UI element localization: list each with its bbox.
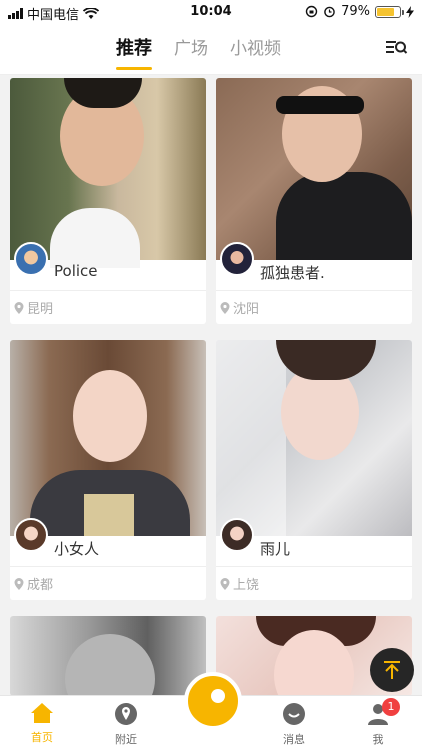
status-right: 79%	[305, 4, 414, 19]
arrow-up-icon	[384, 661, 400, 679]
nav-nearby-label: 附近	[115, 733, 137, 746]
user-name[interactable]: 孤独患者.	[260, 262, 325, 283]
avatar[interactable]	[14, 242, 48, 276]
filter-search-icon[interactable]	[384, 36, 408, 60]
nav-me[interactable]: 1 我	[348, 698, 408, 747]
nav-home[interactable]: 首页	[12, 702, 72, 745]
tab-short-video[interactable]: 小视频	[230, 34, 281, 60]
nav-nearby[interactable]: 附近	[96, 702, 156, 747]
nav-messages-label: 消息	[283, 733, 305, 746]
publish-button[interactable]	[184, 672, 242, 730]
user-photo[interactable]	[10, 78, 206, 268]
location-text: 成都	[27, 578, 54, 593]
user-card[interactable]	[10, 616, 206, 696]
avatar[interactable]	[220, 518, 254, 552]
battery-fill	[377, 7, 395, 16]
nav-messages[interactable]: 消息	[264, 702, 324, 747]
tab-square[interactable]: 广场	[174, 34, 208, 60]
location-pin-icon	[220, 301, 230, 314]
battery-percent: 79%	[341, 4, 370, 19]
nav-me-label: 我	[372, 733, 384, 746]
location-icon	[115, 703, 137, 725]
user-photo[interactable]	[10, 616, 206, 696]
notification-badge: 1	[382, 698, 400, 716]
user-name[interactable]: Police	[54, 262, 98, 280]
alarm-icon	[324, 6, 335, 18]
top-bar: 推荐 广场 小视频	[0, 24, 422, 75]
location-pin-icon	[14, 301, 24, 314]
location-row: 昆明	[14, 298, 53, 317]
user-name[interactable]: 小女人	[54, 538, 99, 559]
tab-recommended[interactable]: 推荐	[116, 34, 152, 70]
message-icon	[283, 703, 305, 725]
rotation-lock-icon	[305, 5, 318, 18]
avatar[interactable]	[14, 518, 48, 552]
location-text: 沈阳	[233, 302, 260, 317]
card-divider	[216, 290, 412, 291]
home-icon	[31, 703, 53, 723]
feed-tabs: 推荐 广场 小视频	[116, 34, 281, 70]
location-row: 沈阳	[220, 298, 259, 317]
location-row: 上饶	[220, 574, 259, 593]
avatar[interactable]	[220, 242, 254, 276]
center-dot-icon	[211, 689, 225, 703]
nav-home-label: 首页	[31, 731, 53, 744]
user-card[interactable]: Police 昆明	[10, 78, 206, 324]
user-name[interactable]: 雨儿	[260, 538, 290, 559]
bottom-nav: 首页 附近 消息 1 我	[0, 672, 422, 750]
user-photo[interactable]	[216, 340, 412, 536]
location-text: 昆明	[27, 302, 54, 317]
user-card[interactable]: 雨儿 上饶	[216, 340, 412, 600]
user-card[interactable]: 小女人 成都	[10, 340, 206, 600]
user-photo[interactable]	[10, 340, 206, 536]
card-divider	[10, 566, 206, 567]
charging-icon	[406, 5, 414, 18]
battery-icon	[375, 5, 404, 18]
user-card[interactable]: 孤独患者. 沈阳	[216, 78, 412, 324]
scroll-to-top-button[interactable]	[370, 648, 414, 692]
location-text: 上饶	[233, 578, 260, 593]
location-pin-icon	[220, 577, 230, 590]
status-bar: 中国电信 10:04 79%	[0, 0, 422, 24]
user-photo[interactable]	[216, 78, 412, 260]
location-pin-icon	[14, 577, 24, 590]
location-row: 成都	[14, 574, 53, 593]
card-divider	[216, 566, 412, 567]
card-divider	[10, 290, 206, 291]
